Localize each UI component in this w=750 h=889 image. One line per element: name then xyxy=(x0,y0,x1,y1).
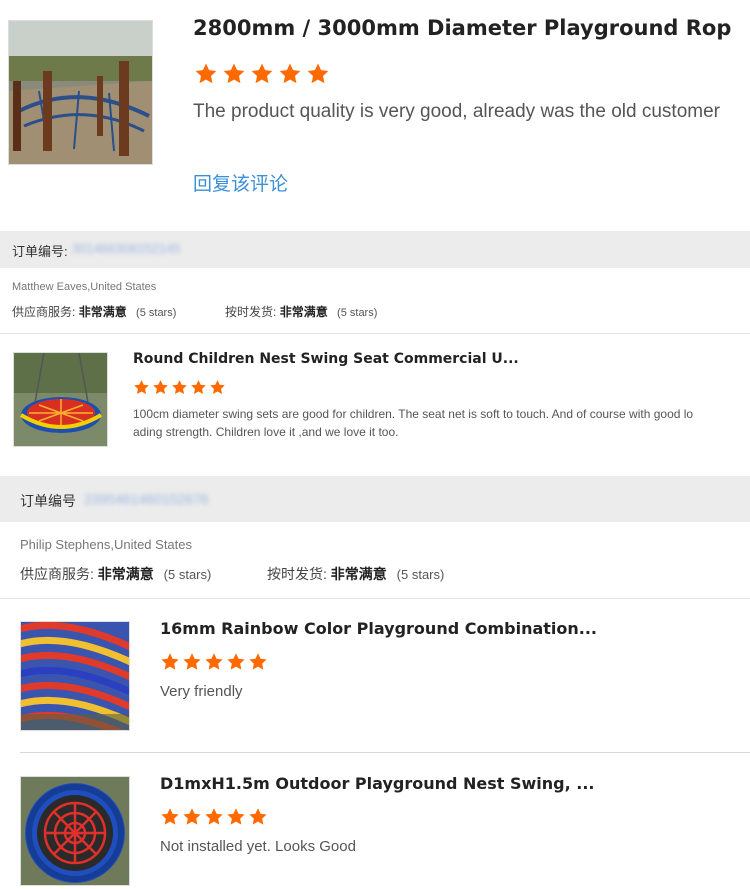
star-icon xyxy=(227,653,245,670)
buyer-name: Philip Stephens,United States xyxy=(20,537,192,552)
product-thumbnail[interactable] xyxy=(20,776,130,886)
star-icon xyxy=(205,653,223,670)
star-icon xyxy=(249,808,267,825)
order-number[interactable]: 301466308152145 xyxy=(72,241,180,256)
star-icon xyxy=(249,653,267,670)
star-icon xyxy=(161,653,179,670)
product-title[interactable]: D1mxH1.5m Outdoor Playground Nest Swing,… xyxy=(160,774,730,793)
product-title[interactable]: 16mm Rainbow Color Playground Combinatio… xyxy=(160,619,730,638)
review-comment: The product quality is very good, alread… xyxy=(193,101,720,122)
on-time-shipping-value: 非常满意 xyxy=(279,305,328,319)
supplier-service-value: 非常满意 xyxy=(97,566,154,582)
star-icon xyxy=(205,808,223,825)
star-icon xyxy=(183,653,201,670)
on-time-shipping: 按时发货: 非常满意 (5 stars) xyxy=(225,303,377,320)
review-comment-line: 100cm diameter swing sets are good for c… xyxy=(133,407,694,421)
star-icon xyxy=(223,63,245,84)
order-header: 订单编号: 301466308152145 xyxy=(0,231,750,268)
supplier-service-value: 非常满意 xyxy=(78,305,127,319)
star-icon xyxy=(153,380,168,394)
supplier-service: 供应商服务: 非常满意 (5 stars) xyxy=(12,303,176,320)
on-time-shipping-label: 按时发货: xyxy=(267,566,327,582)
supplier-service-stars: (5 stars) xyxy=(163,567,212,582)
on-time-shipping-value: 非常满意 xyxy=(330,566,387,582)
on-time-shipping-label: 按时发货: xyxy=(225,305,277,319)
supplier-service: 供应商服务: 非常满意 (5 stars) xyxy=(20,564,211,584)
star-icon xyxy=(279,63,301,84)
order-header: 订单编号 2395461460152676 xyxy=(0,476,750,522)
order-number-label: 订单编号 xyxy=(20,493,76,509)
product-title[interactable]: 2800mm / 3000mm Diameter Playground Rop.… xyxy=(193,16,733,40)
divider xyxy=(0,598,750,599)
divider xyxy=(0,333,750,334)
divider xyxy=(20,752,750,753)
rating-stars xyxy=(132,379,227,396)
star-icon xyxy=(307,63,329,84)
star-icon xyxy=(227,808,245,825)
product-thumbnail[interactable] xyxy=(20,621,130,731)
product-thumbnail[interactable] xyxy=(8,20,153,165)
supplier-service-stars: (5 stars) xyxy=(136,307,177,319)
supplier-service-label: 供应商服务: xyxy=(20,566,94,582)
review-comment-line: ading strength. Children love it ,and we… xyxy=(133,425,399,439)
star-icon xyxy=(172,380,187,394)
star-icon xyxy=(210,380,225,394)
rating-stars xyxy=(159,652,269,672)
supplier-service-label: 供应商服务: xyxy=(12,305,76,319)
review-comment: Very friendly xyxy=(160,683,243,700)
buyer-name: Matthew Eaves,United States xyxy=(12,281,157,293)
product-thumbnail[interactable] xyxy=(13,352,108,447)
order-number[interactable]: 2395461460152676 xyxy=(84,491,209,507)
rating-stars xyxy=(192,62,332,86)
review-comment: Not installed yet. Looks Good xyxy=(160,838,356,855)
star-icon xyxy=(191,380,206,394)
order-number-label: 订单编号: xyxy=(12,244,68,259)
star-icon xyxy=(161,808,179,825)
product-title[interactable]: Round Children Nest Swing Seat Commercia… xyxy=(133,351,693,367)
star-icon xyxy=(251,63,273,84)
star-icon xyxy=(134,380,149,394)
on-time-shipping-stars: (5 stars) xyxy=(396,567,445,582)
star-icon xyxy=(195,63,217,84)
rating-stars xyxy=(159,807,269,827)
on-time-shipping: 按时发货: 非常满意 (5 stars) xyxy=(267,564,444,584)
on-time-shipping-stars: (5 stars) xyxy=(337,307,378,319)
star-icon xyxy=(183,808,201,825)
reply-link[interactable]: 回复该评论 xyxy=(193,169,288,196)
